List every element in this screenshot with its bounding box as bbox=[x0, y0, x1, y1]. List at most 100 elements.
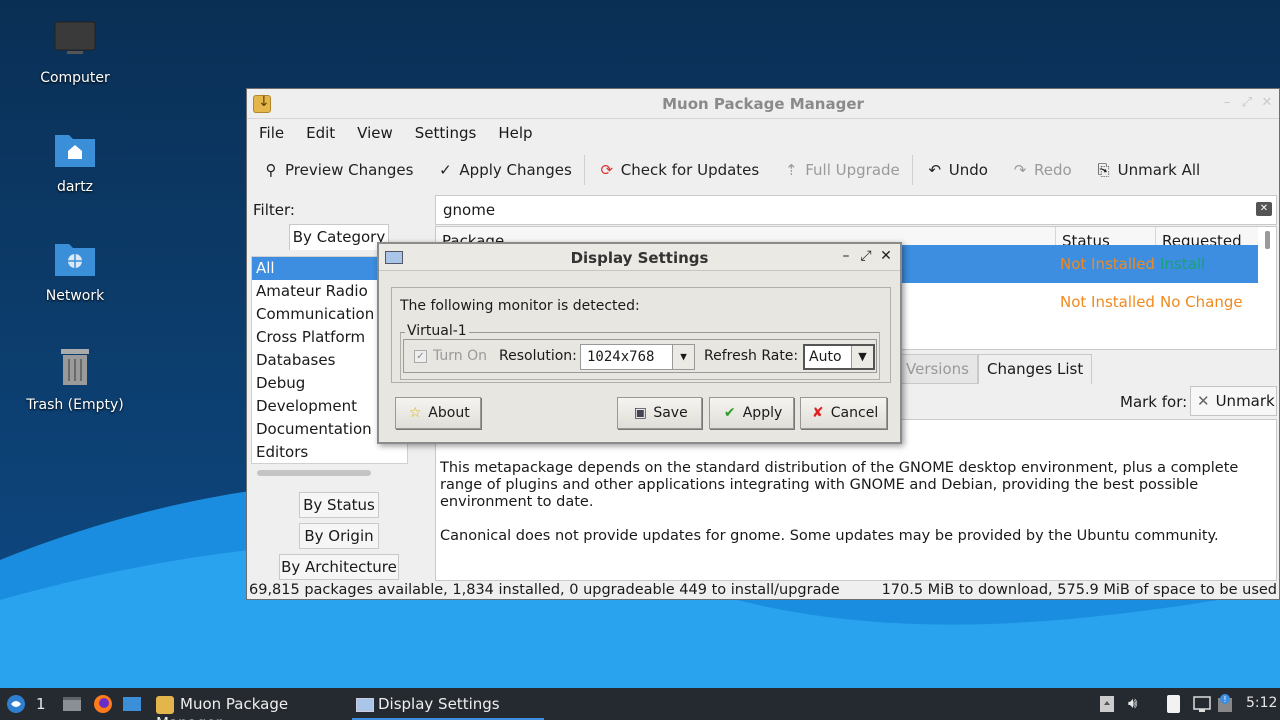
muon-titlebar[interactable]: Muon Package Manager – ⤢ ✕ bbox=[247, 89, 1279, 119]
unmark-button[interactable]: ✕ Unmark bbox=[1190, 386, 1277, 416]
menu-file[interactable]: File bbox=[259, 124, 284, 142]
preview-changes-button[interactable]: ⚲ Preview Changes bbox=[261, 161, 414, 179]
close-icon[interactable]: ✕ bbox=[1259, 95, 1275, 111]
tab-versions[interactable]: Versions bbox=[897, 354, 978, 384]
desktop-icon-label: dartz bbox=[56, 179, 94, 195]
desktop-icon-label: Network bbox=[45, 288, 105, 304]
status-left: 69,815 packages available, 1,834 install… bbox=[249, 582, 840, 598]
apply-changes-button[interactable]: ✓ Apply Changes bbox=[435, 161, 572, 179]
volume-icon[interactable]: 🔊︎ bbox=[1128, 688, 1146, 720]
checkmark-icon: ✔ bbox=[723, 405, 736, 421]
menubar: File Edit View Settings Help bbox=[247, 119, 1279, 147]
turn-on-checkbox[interactable]: ✓ bbox=[414, 350, 427, 363]
cancel-label: Cancel bbox=[830, 405, 879, 421]
search-value: gnome bbox=[443, 201, 496, 219]
svg-text:!: ! bbox=[1223, 695, 1226, 704]
tab-changes-list[interactable]: Changes List bbox=[977, 354, 1093, 384]
tab-by-architecture[interactable]: By Architecture bbox=[279, 554, 399, 580]
redo-button[interactable]: ↷ Redo bbox=[1010, 161, 1072, 179]
resolution-select[interactable]: 1024x768 ▼ bbox=[580, 344, 695, 370]
firefox-icon[interactable] bbox=[92, 688, 114, 720]
monitor-settings: ✓ Turn On Resolution: 1024x768 ▼ Refresh… bbox=[403, 339, 877, 373]
resolution-value: 1024x768 bbox=[587, 349, 655, 365]
unmark-all-button[interactable]: ⎘ Unmark All bbox=[1094, 161, 1201, 179]
file-manager-icon[interactable] bbox=[62, 688, 82, 720]
menu-help[interactable]: Help bbox=[498, 124, 532, 142]
tab-by-status[interactable]: By Status bbox=[299, 492, 379, 518]
unmark-all-label: Unmark All bbox=[1117, 161, 1201, 179]
menu-settings[interactable]: Settings bbox=[415, 124, 477, 142]
row-status: Not Installed bbox=[1060, 293, 1155, 311]
menu-edit[interactable]: Edit bbox=[306, 124, 335, 142]
floppy-icon: ▣ bbox=[633, 405, 647, 421]
desktop-icon-trash[interactable]: Trash (Empty) bbox=[15, 345, 135, 413]
refresh-rate-select[interactable]: Auto ▼ bbox=[803, 344, 875, 370]
menu-view[interactable]: View bbox=[357, 124, 393, 142]
trash-icon bbox=[53, 345, 97, 389]
filter-label: Filter: bbox=[253, 201, 295, 219]
close-icon[interactable]: ✕ bbox=[878, 248, 894, 264]
undo-button[interactable]: ↶ Undo bbox=[925, 161, 988, 179]
apply-button[interactable]: ✔ Apply bbox=[709, 397, 794, 429]
desktop-icon-dartz[interactable]: dartz bbox=[15, 127, 135, 195]
detected-label: The following monitor is detected: bbox=[400, 298, 640, 314]
desktop-icon-computer[interactable]: Computer bbox=[15, 18, 135, 86]
desktop-icon-label: Trash (Empty) bbox=[26, 397, 124, 413]
task-label: Display Settings bbox=[378, 695, 500, 713]
status-bar: 69,815 packages available, 1,834 install… bbox=[247, 581, 1279, 601]
clear-icon[interactable]: ✕ bbox=[1256, 202, 1272, 216]
row-status: Not Installed bbox=[1060, 255, 1155, 273]
notification-tray-icon[interactable] bbox=[1098, 688, 1116, 720]
minimize-icon[interactable]: – bbox=[838, 248, 854, 264]
category-item[interactable]: Editors bbox=[252, 441, 407, 464]
save-button[interactable]: ▣ Save bbox=[617, 397, 702, 429]
search-input[interactable]: gnome ✕ bbox=[435, 195, 1277, 225]
cancel-icon: ✘ bbox=[811, 405, 824, 421]
refresh-rate-label: Refresh Rate: bbox=[704, 348, 799, 364]
versions-label: Versions bbox=[906, 360, 969, 378]
apply-label: Apply Changes bbox=[459, 161, 572, 179]
workspace-indicator[interactable]: 1 bbox=[36, 688, 52, 720]
clock[interactable]: 5:12 bbox=[1246, 688, 1278, 720]
clipboard-icon[interactable] bbox=[1164, 688, 1182, 720]
show-desktop-icon[interactable] bbox=[122, 688, 142, 720]
search-icon: ⚲ bbox=[265, 161, 277, 179]
star-icon: ☆ bbox=[409, 405, 422, 421]
upgrade-icon: ⇡ bbox=[784, 161, 798, 179]
dialog-title: Display Settings bbox=[570, 249, 709, 267]
update-notifier-icon[interactable]: ! bbox=[1216, 688, 1234, 720]
desktop-icon-network[interactable]: Network bbox=[15, 236, 135, 304]
display-icon bbox=[356, 697, 374, 712]
dialog-titlebar[interactable]: Display Settings – ⤢ ✕ bbox=[379, 244, 900, 271]
category-scrollbar[interactable] bbox=[257, 470, 371, 476]
cancel-button[interactable]: ✘ Cancel bbox=[800, 397, 887, 429]
upgrade-label: Full Upgrade bbox=[805, 161, 900, 179]
network-icon[interactable] bbox=[1192, 688, 1212, 720]
check-icon: ✓ bbox=[439, 161, 452, 179]
maximize-icon[interactable]: ⤢ bbox=[1239, 95, 1255, 111]
full-upgrade-button[interactable]: ⇡ Full Upgrade bbox=[781, 161, 900, 179]
maximize-icon[interactable]: ⤢ bbox=[858, 248, 874, 264]
monitor-icon bbox=[53, 18, 97, 62]
toolbar-separator bbox=[583, 155, 585, 185]
close-icon: ✕ bbox=[1197, 392, 1210, 410]
start-menu-icon[interactable] bbox=[4, 688, 28, 720]
minimize-icon[interactable]: – bbox=[1219, 95, 1235, 111]
unmark-label: Unmark bbox=[1215, 392, 1275, 410]
about-button[interactable]: ☆ About bbox=[395, 397, 481, 429]
mark-for-label: Mark for: bbox=[1120, 393, 1188, 411]
row-requested: Install bbox=[1160, 255, 1206, 273]
check-updates-button[interactable]: ⟳ Check for Updates bbox=[597, 161, 759, 179]
redo-label: Redo bbox=[1033, 161, 1072, 179]
tab-by-origin[interactable]: By Origin bbox=[299, 523, 379, 549]
refresh-icon: ⟳ bbox=[600, 161, 614, 179]
detail-tabs: Versions Changes List bbox=[897, 354, 1093, 384]
description-paragraph: This metapackage depends on the standard… bbox=[440, 460, 1239, 510]
check-label: Check for Updates bbox=[620, 161, 760, 179]
table-scrollbar[interactable] bbox=[1265, 231, 1270, 249]
chevron-down-icon: ▼ bbox=[851, 346, 873, 368]
task-display-settings[interactable]: Display Settings bbox=[352, 688, 544, 720]
tab-by-category[interactable]: By Category bbox=[289, 224, 389, 250]
task-muon[interactable]: Muon Package Manager bbox=[152, 688, 342, 720]
home-folder-icon bbox=[53, 127, 97, 171]
